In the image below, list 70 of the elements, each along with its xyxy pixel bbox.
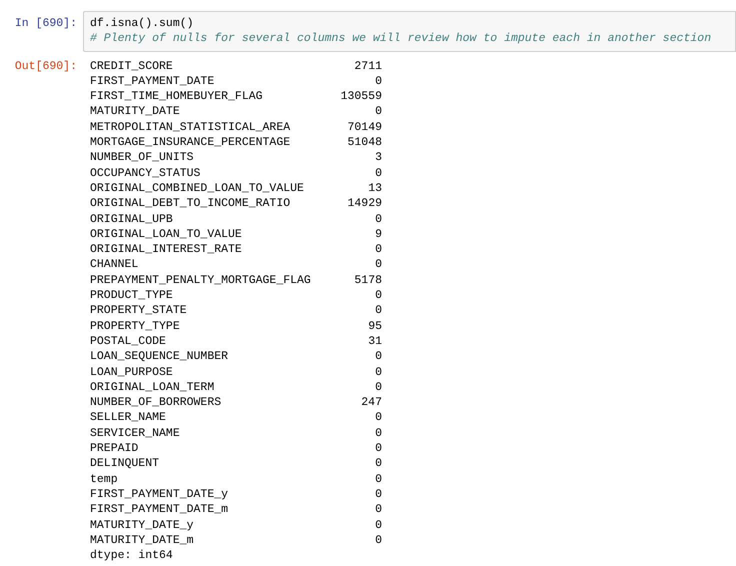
series-label: FIRST_PAYMENT_DATE_m (90, 502, 228, 518)
series-label: SERVICER_NAME (90, 426, 180, 442)
series-label: LOAN_PURPOSE (90, 364, 173, 380)
series-label: POSTAL_CODE (90, 334, 166, 350)
series-label: PREPAID (90, 441, 138, 456)
series-label: ORIGINAL_LOAN_TO_VALUE (90, 226, 242, 242)
null-count: 0 (375, 426, 382, 442)
null-count: 5178 (354, 272, 382, 288)
series-label: CREDIT_SCORE (90, 58, 173, 74)
series-label: LOAN_SEQUENCE_NUMBER (90, 349, 228, 365)
null-count: 14929 (347, 196, 382, 212)
null-count: 70149 (347, 120, 382, 136)
series-label: ORIGINAL_UPB (90, 212, 173, 227)
null-count: 0 (375, 486, 382, 502)
null-count: 0 (375, 364, 382, 380)
code-cell[interactable]: df.isna().sum() # Plenty of nulls for several columns we will review how to impute each in another section (83, 11, 736, 52)
null-count: 247 (361, 395, 382, 410)
null-count: 0 (375, 212, 382, 227)
series-label: MORTGAGE_INSURANCE_PERCENTAGE (90, 135, 290, 150)
null-count: 31 (368, 334, 382, 350)
null-count: 0 (375, 303, 382, 319)
series-label: ORIGINAL_COMBINED_LOAN_TO_VALUE (90, 180, 304, 196)
series-label: NUMBER_OF_UNITS (90, 150, 194, 166)
series-label: MATURITY_DATE (90, 104, 180, 120)
series-label: METROPOLITAN_STATISTICAL_AREA (90, 120, 290, 136)
series-label: ORIGINAL_LOAN_TERM (90, 380, 214, 396)
series-label: PRODUCT_TYPE (90, 288, 173, 304)
null-count: 0 (375, 349, 382, 365)
null-count: 0 (375, 166, 382, 181)
null-count: 0 (375, 104, 382, 120)
series-label: CHANNEL (90, 257, 138, 273)
series-label: SELLER_NAME (90, 410, 166, 426)
null-count: 0 (375, 472, 382, 487)
series-label: OCCUPANCY_STATUS (90, 166, 200, 181)
null-count: 0 (375, 380, 382, 396)
null-count: 9 (375, 226, 382, 242)
null-count: 13 (368, 180, 382, 196)
null-count: 130559 (340, 89, 382, 104)
output-prompt: Out[690]: (14, 58, 78, 74)
series-label: temp (90, 472, 118, 487)
series-label: PROPERTY_STATE (90, 303, 187, 319)
code-comment: # Plenty of nulls for several columns we will review how to impute each in another section (90, 31, 712, 47)
series-label: MATURITY_DATE_m (90, 532, 194, 548)
null-count: 51048 (347, 135, 382, 150)
null-count: 2711 (354, 58, 382, 74)
null-count: 0 (375, 288, 382, 304)
dtype-label: dtype: int64 (90, 549, 173, 562)
series-label: MATURITY_DATE_y (90, 518, 194, 533)
series-label: FIRST_PAYMENT_DATE_y (90, 486, 228, 502)
null-count: 0 (375, 502, 382, 518)
null-count: 0 (375, 74, 382, 90)
null-count: 95 (368, 318, 382, 334)
series-label: DELINQUENT (90, 456, 160, 472)
series-label: PROPERTY_TYPE (90, 318, 180, 334)
series-label: ORIGINAL_DEBT_TO_INCOME_RATIO (90, 196, 290, 212)
null-count: 0 (375, 532, 382, 548)
null-count: 0 (375, 410, 382, 426)
null-count: 0 (375, 456, 382, 472)
series-label: ORIGINAL_INTEREST_RATE (90, 242, 242, 258)
null-count: 3 (375, 150, 382, 166)
null-count: 0 (375, 242, 382, 258)
null-count: 0 (375, 257, 382, 273)
null-count: 0 (375, 518, 382, 533)
series-label: NUMBER_OF_BORROWERS (90, 395, 222, 410)
code-line: df.isna().sum() (90, 16, 195, 32)
null-count: 0 (375, 441, 382, 456)
series-label: PREPAYMENT_PENALTY_MORTGAGE_FLAG (90, 272, 311, 288)
input-prompt: In [690]: (14, 16, 78, 32)
series-label: FIRST_PAYMENT_DATE (90, 74, 214, 90)
series-label: FIRST_TIME_HOMEBUYER_FLAG (90, 89, 263, 104)
